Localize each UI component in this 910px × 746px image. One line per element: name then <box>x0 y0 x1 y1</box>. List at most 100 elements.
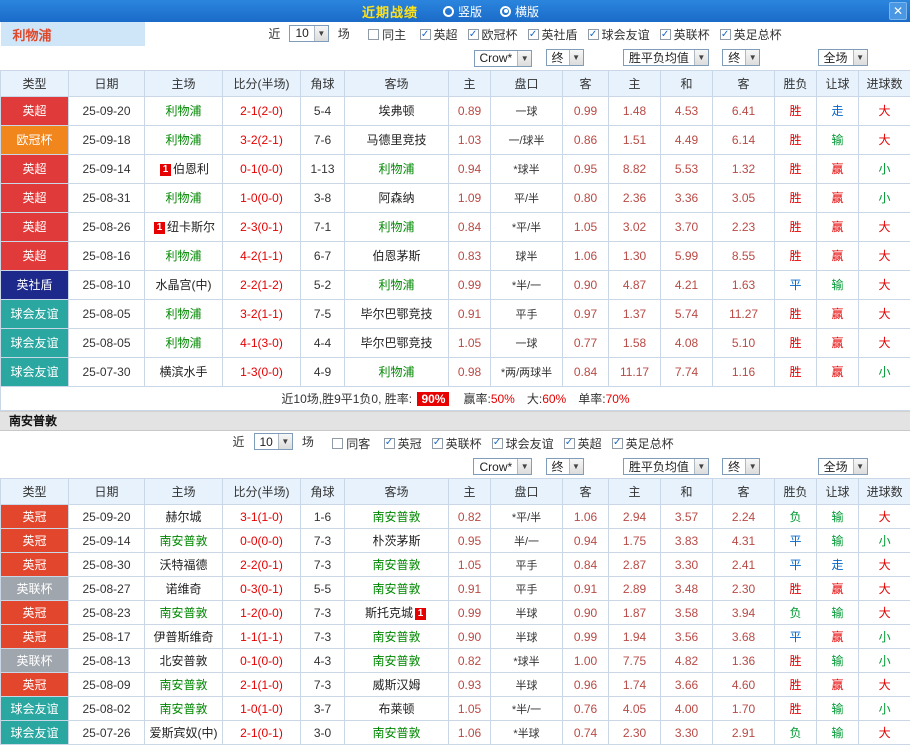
asia-away-odds: 0.84 <box>562 356 610 387</box>
result-cell: 负 <box>774 600 817 625</box>
europe-away-odds: 1.63 <box>712 269 776 300</box>
odds-source-select[interactable]: Crow* ▼ <box>473 49 533 67</box>
europe-draw-odds: 4.00 <box>660 696 713 721</box>
corner-cell: 5-5 <box>300 576 345 601</box>
league-badge: 欧冠杯 <box>0 124 69 155</box>
opponent-team-name: 布莱顿 <box>378 702 415 716</box>
league-filter-checkbox[interactable]: ✓ 英足总杯 <box>611 435 674 452</box>
asia-away-odds: 0.95 <box>562 153 610 184</box>
scope-select[interactable]: 全场 ▼ <box>817 457 868 475</box>
handicap-result-cell: 赢 <box>816 298 860 329</box>
close-button[interactable]: ✕ <box>889 2 907 20</box>
col-home: 主场 <box>144 478 223 505</box>
europe-draw-odds: 3.30 <box>660 720 713 745</box>
goals-cell: 小 <box>857 696 910 721</box>
home-team-cell: 1 伯恩利 <box>144 153 224 184</box>
league-badge: 英超 <box>0 240 69 271</box>
same-away-checkbox[interactable]: 同客 <box>332 435 370 452</box>
league-filter-checkbox[interactable]: ✓ 球会友谊 <box>491 435 554 452</box>
liverpool-results-table: 利物浦 近 10 ▼ 场 同主 ✓ 英超 ✓ 欧冠杯 ✓ 英社盾 ✓ 球会友谊 ✓ 英联杯 ✓ 英足总杯… <box>0 22 910 411</box>
match-row: 英超 25-09-14 1 伯恩利 0-1(0-0) 1-13 利物浦 0.94 *球半 0.95… <box>0 153 910 184</box>
league-filter-checkbox[interactable]: ✓ 欧冠杯 <box>467 26 518 43</box>
result-cell: 胜 <box>774 576 817 601</box>
focus-team-name: 利物浦 <box>165 336 202 350</box>
result-cell: 胜 <box>774 356 818 387</box>
league-filter-checkbox[interactable]: ✓ 英超 <box>419 26 458 43</box>
match-date: 25-08-30 <box>68 552 145 577</box>
result-cell: 胜 <box>774 124 818 155</box>
handicap-line: *平/半 <box>490 504 563 529</box>
asia-away-odds: 0.76 <box>562 696 609 721</box>
stat-value: 70% <box>605 391 630 406</box>
same-home-checkbox[interactable]: 同主 <box>368 26 406 43</box>
asia-home-odds: 0.82 <box>448 504 491 529</box>
match-date: 25-08-09 <box>68 672 145 697</box>
asia-away-odds: 1.05 <box>562 211 610 242</box>
score-cell: 2-2(1-2) <box>222 269 302 300</box>
league-badge: 球会友谊 <box>0 720 69 745</box>
filters-liverpool: 近 10 ▼ 场 同主 ✓ 英超 ✓ 欧冠杯 ✓ 英社盾 ✓ 球会友谊 ✓ 英联杯 ✓ 英足总杯 <box>144 22 910 46</box>
col-eu-away: 客 <box>712 69 776 97</box>
handicap-result-cell: 赢 <box>816 211 860 242</box>
col-type: 类型 <box>0 69 69 97</box>
europe-away-odds: 2.24 <box>712 504 775 529</box>
handicap-result-cell: 走 <box>816 95 860 126</box>
asia-away-odds: 0.96 <box>562 672 609 697</box>
europe-final-select[interactable]: 终 ▼ <box>722 49 761 67</box>
goals-cell: 小 <box>857 624 910 649</box>
match-date: 25-09-14 <box>68 528 145 553</box>
europe-draw-odds: 3.58 <box>660 600 713 625</box>
opponent-team-name: 爱斯宾奴(中) <box>149 726 218 740</box>
away-team-cell: 威斯汉姆 <box>344 672 449 697</box>
result-cell: 平 <box>774 624 817 649</box>
match-count-filter: 近 10 ▼ 场 <box>232 433 314 451</box>
focus-team-name: 南安普敦 <box>372 510 421 524</box>
europe-draw-odds: 3.83 <box>660 528 713 553</box>
southampton-results-table: 近 10 ▼ 场 同客 ✓ 英冠 ✓ 英联杯 ✓ 球会友谊 ✓ 英超 ✓ 英足总杯 Crow* ▼ 终… <box>0 430 910 745</box>
europe-home-odds: 2.87 <box>608 552 661 577</box>
layout-vertical-radio[interactable]: 竖版 <box>442 3 482 20</box>
europe-odds-select[interactable]: 胜平负均值 ▼ <box>622 457 709 475</box>
dropdown-row-southampton: Crow* ▼ 终 ▼ 胜平负均值 ▼ 终 ▼ 全场 ▼ <box>0 454 910 479</box>
focus-team-name: 南安普敦 <box>159 702 208 716</box>
league-filter-checkbox[interactable]: ✓ 英社盾 <box>527 26 578 43</box>
europe-home-odds: 1.74 <box>608 672 661 697</box>
league-filter-checkbox[interactable]: ✓ 英冠 <box>383 435 422 452</box>
asia-home-odds: 1.05 <box>448 327 492 358</box>
europe-final-select[interactable]: 终 ▼ <box>722 457 761 475</box>
scope-select[interactable]: 全场 ▼ <box>817 49 868 67</box>
asia-away-odds: 0.74 <box>562 720 609 745</box>
opponent-team-name: 伊普斯维奇 <box>153 630 214 644</box>
europe-odds-select[interactable]: 胜平负均值 ▼ <box>622 49 709 67</box>
handicap-win-rate: 赢率:50% <box>463 392 514 406</box>
away-team-cell: 埃弗顿 <box>344 95 450 126</box>
match-count-select[interactable]: 10 ▼ <box>253 433 293 451</box>
goals-cell: 大 <box>857 672 910 697</box>
score-cell: 3-1(1-0) <box>222 504 301 529</box>
match-date: 25-08-13 <box>68 648 145 673</box>
handicap-result-cell: 输 <box>816 696 859 721</box>
result-cell: 平 <box>774 269 818 300</box>
league-filter-checkbox[interactable]: ✓ 英联杯 <box>431 435 482 452</box>
layout-horizontal-label: 横版 <box>515 4 540 19</box>
layout-horizontal-radio[interactable]: 横版 <box>500 3 539 20</box>
league-filter-checkbox[interactable]: ✓ 球会友谊 <box>587 26 650 43</box>
europe-away-odds: 2.30 <box>712 576 775 601</box>
stat-value: 50% <box>490 391 515 406</box>
europe-away-odds: 6.41 <box>712 95 776 126</box>
dropdown-spacer <box>0 454 449 479</box>
league-filter-checkbox[interactable]: ✓ 英联杯 <box>659 26 710 43</box>
result-cell: 胜 <box>774 298 818 329</box>
focus-team-name: 利物浦 <box>378 278 415 292</box>
checkbox-checked-icon: ✓ <box>719 28 731 41</box>
match-count-select[interactable]: 10 ▼ <box>289 24 329 42</box>
league-filter-checkbox[interactable]: ✓ 英足总杯 <box>719 26 782 43</box>
away-team-cell: 阿森纳 <box>344 182 450 213</box>
odds-source-select[interactable]: Crow* ▼ <box>473 458 533 475</box>
asia-final-select[interactable]: 终 ▼ <box>545 457 584 475</box>
asia-final-select[interactable]: 终 ▼ <box>545 49 584 66</box>
match-count-value: 10 <box>259 434 273 449</box>
league-filter-checkbox[interactable]: ✓ 英超 <box>563 435 602 452</box>
scope-controls: 全场 ▼ <box>774 454 910 479</box>
score-cell: 2-2(0-1) <box>222 552 301 577</box>
